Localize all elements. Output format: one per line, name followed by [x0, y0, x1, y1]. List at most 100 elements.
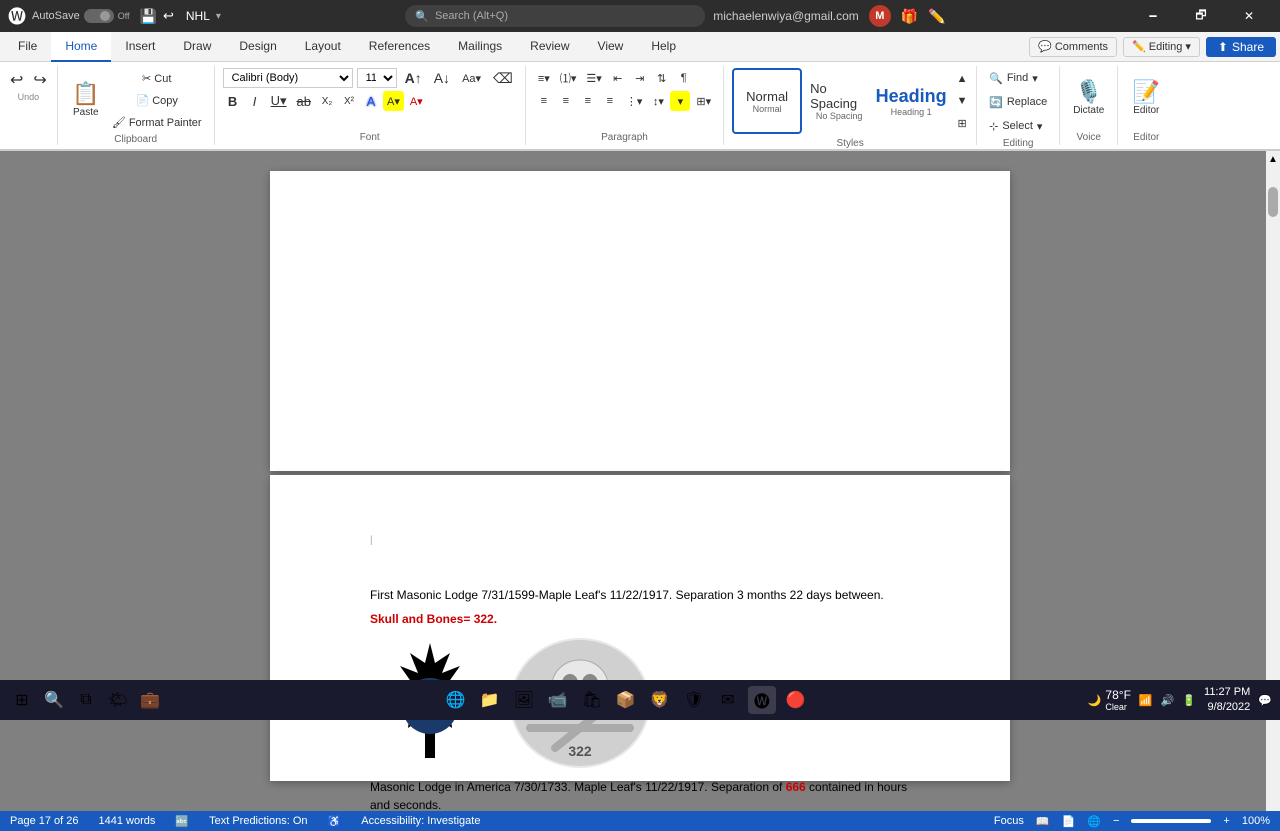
subscript-button[interactable]: X₂: [317, 91, 337, 111]
autosave-toggle[interactable]: AutoSave Off: [32, 9, 130, 23]
tab-help[interactable]: Help: [637, 32, 690, 62]
align-right-button[interactable]: ≡: [578, 91, 598, 111]
decrease-indent-button[interactable]: ⇤: [608, 68, 628, 88]
brave-taskbar-icon[interactable]: 🦁: [646, 686, 674, 714]
font-color-button[interactable]: A▾: [406, 91, 427, 111]
email-taskbar-icon[interactable]: ✉: [714, 686, 742, 714]
tab-draw[interactable]: Draw: [169, 32, 225, 62]
unknown1-taskbar-icon[interactable]: 🛡: [680, 686, 708, 714]
copy-button[interactable]: 📄 Copy: [108, 90, 206, 110]
styles-scroll-down[interactable]: ▼: [952, 91, 972, 111]
tab-mailings[interactable]: Mailings: [444, 32, 516, 62]
paste-button[interactable]: 📋 Paste: [66, 70, 106, 130]
zoom-out-button[interactable]: −: [1113, 815, 1119, 827]
meet-taskbar-icon[interactable]: 📹: [544, 686, 572, 714]
select-button[interactable]: ⊹ Select ▾: [985, 116, 1046, 136]
gift-icon[interactable]: 🎁: [901, 8, 918, 25]
shading-button[interactable]: ▾: [670, 91, 690, 111]
tab-design[interactable]: Design: [225, 32, 290, 62]
text-effects-button[interactable]: A: [361, 91, 381, 111]
grow-font-button[interactable]: A↑: [401, 68, 426, 88]
volume-icon[interactable]: 🔊: [1161, 694, 1175, 707]
document-page[interactable]: | First Masonic Lodge 7/31/1599-Maple Le…: [270, 475, 1010, 781]
editing-button[interactable]: ✏️ Editing ▾: [1123, 37, 1200, 57]
styles-scroll-up[interactable]: ▲: [952, 69, 972, 89]
columns-button[interactable]: ⋮▾: [622, 91, 647, 111]
increase-indent-button[interactable]: ⇥: [630, 68, 650, 88]
borders-button[interactable]: ⊞▾: [692, 91, 715, 111]
superscript-button[interactable]: X²: [339, 91, 359, 111]
restore-button[interactable]: 🗗: [1178, 0, 1224, 32]
align-left-button[interactable]: ≡: [534, 91, 554, 111]
redo-button[interactable]: ↪: [29, 70, 50, 90]
comments-button[interactable]: 💬 Comments: [1029, 37, 1117, 57]
dictate-button[interactable]: 🎙️ Dictate: [1068, 68, 1109, 128]
tab-home[interactable]: Home: [51, 32, 111, 62]
weather-widget[interactable]: 🌙 78°F Clear: [1088, 688, 1131, 712]
editor-button[interactable]: 📝 Editor: [1126, 68, 1166, 128]
align-center-button[interactable]: ≡: [556, 91, 576, 111]
start-button[interactable]: ⊞: [8, 686, 36, 714]
bold-button[interactable]: B: [223, 91, 243, 111]
print-layout-icon[interactable]: 📄: [1062, 815, 1076, 828]
battery-icon[interactable]: 🔋: [1182, 694, 1196, 707]
strikethrough-button[interactable]: ab: [293, 91, 315, 111]
word-taskbar-icon[interactable]: 🅦: [748, 686, 776, 714]
zoom-slider[interactable]: [1131, 819, 1211, 823]
sort-button[interactable]: ⇅: [652, 68, 672, 88]
style-nospace-button[interactable]: No Spacing No Spacing: [804, 68, 874, 134]
widgets-button[interactable]: 🌤: [104, 686, 132, 714]
scroll-up-button[interactable]: ▲: [1266, 151, 1280, 167]
justify-button[interactable]: ≡: [600, 91, 620, 111]
unknown2-taskbar-icon[interactable]: 🔴: [782, 686, 810, 714]
tab-review[interactable]: Review: [516, 32, 583, 62]
chevron-down-icon[interactable]: ▾: [216, 11, 221, 22]
italic-button[interactable]: I: [245, 91, 265, 111]
close-button[interactable]: ✕: [1226, 0, 1272, 32]
font-size-selector[interactable]: 11: [357, 68, 397, 88]
undo-button[interactable]: ↩: [6, 70, 27, 90]
change-case-button[interactable]: Aa▾: [458, 68, 485, 88]
network-icon[interactable]: 📶: [1139, 694, 1153, 707]
underline-button[interactable]: U▾: [267, 91, 291, 111]
numbered-list-button[interactable]: ⑴▾: [556, 68, 581, 88]
find-button[interactable]: 🔍 Find ▾: [985, 68, 1042, 88]
edge-taskbar-icon[interactable]: 🌐: [442, 686, 470, 714]
show-formatting-button[interactable]: ¶: [674, 68, 694, 88]
notification-icon[interactable]: 💬: [1258, 694, 1272, 707]
text-predictions[interactable]: Text Predictions: On: [209, 815, 307, 827]
scroll-thumb[interactable]: [1268, 187, 1278, 217]
search-taskbar-button[interactable]: 🔍: [40, 686, 68, 714]
teams-button[interactable]: 💼: [136, 686, 164, 714]
tab-view[interactable]: View: [584, 32, 638, 62]
style-normal-button[interactable]: Normal Normal: [732, 68, 802, 134]
photos-taskbar-icon[interactable]: 🖼: [510, 686, 538, 714]
font-name-selector[interactable]: Calibri (Body): [223, 68, 353, 88]
bullet-list-button[interactable]: ≡▾: [534, 68, 554, 88]
clock-display[interactable]: 11:27 PM 9/8/2022: [1204, 685, 1250, 716]
task-view-button[interactable]: ⧉: [72, 686, 100, 714]
multilevel-list-button[interactable]: ☰▾: [582, 68, 605, 88]
explorer-taskbar-icon[interactable]: 📁: [476, 686, 504, 714]
avatar[interactable]: M: [869, 5, 891, 27]
undo-icon-title[interactable]: ↩: [163, 8, 174, 24]
share-button[interactable]: ⬆ Share: [1206, 37, 1276, 57]
minimize-button[interactable]: 🗕: [1130, 0, 1176, 32]
style-heading1-button[interactable]: Heading Heading 1: [876, 68, 946, 134]
zoom-level[interactable]: 100%: [1242, 815, 1270, 827]
line-spacing-button[interactable]: ↕▾: [648, 91, 668, 111]
tab-references[interactable]: References: [355, 32, 444, 62]
tab-file[interactable]: File: [4, 32, 51, 62]
web-layout-icon[interactable]: 🌐: [1087, 815, 1101, 828]
focus-button[interactable]: Focus: [994, 815, 1024, 827]
highlight-button[interactable]: A▾: [383, 91, 404, 111]
pen-icon[interactable]: ✏️: [928, 8, 945, 25]
replace-button[interactable]: 🔄 Replace: [985, 92, 1051, 112]
cut-button[interactable]: ✂ Cut: [108, 68, 206, 88]
search-bar[interactable]: 🔍 Search (Alt+Q): [405, 5, 705, 27]
tab-layout[interactable]: Layout: [291, 32, 355, 62]
store-taskbar-icon[interactable]: 🛍: [578, 686, 606, 714]
accessibility-status[interactable]: Accessibility: Investigate: [361, 815, 480, 827]
styles-more[interactable]: ⊞: [952, 113, 972, 133]
format-painter-button[interactable]: 🖌 Format Painter: [108, 112, 206, 132]
